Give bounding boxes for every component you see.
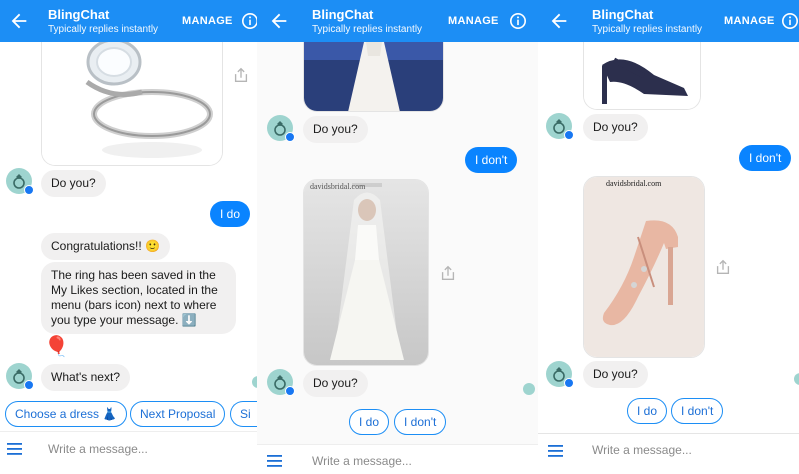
quick-reply-i-do[interactable]: I do xyxy=(627,398,668,424)
back-arrow-icon[interactable] xyxy=(268,10,290,32)
bot-avatar xyxy=(267,115,295,142)
chat-header: BlingChat Typically replies instantly MA… xyxy=(257,0,538,42)
manage-button[interactable]: MANAGE xyxy=(448,15,499,27)
bot-message: Do you? xyxy=(303,370,368,397)
image-watermark: davidsbridal.com xyxy=(606,179,662,188)
image-watermark: davidsbridal.com xyxy=(310,182,366,191)
user-message: I don't xyxy=(739,145,792,171)
chat-panel-2: BlingChat Typically replies instantly MA… xyxy=(257,0,538,474)
ring-image-card[interactable] xyxy=(41,22,223,166)
shoe-image-card[interactable]: davidsbridal.com xyxy=(583,176,705,358)
shoe-image xyxy=(584,177,704,357)
chat-status: Typically replies instantly xyxy=(48,24,159,35)
user-message: I don't xyxy=(465,147,518,173)
back-arrow-icon[interactable] xyxy=(548,10,570,32)
quick-reply-partial[interactable]: Si xyxy=(230,401,257,427)
share-icon[interactable] xyxy=(439,264,457,282)
bot-avatar xyxy=(267,369,295,396)
menu-bars-icon[interactable] xyxy=(7,442,23,456)
seen-indicator xyxy=(794,373,799,385)
quick-reply-choose-dress[interactable]: Choose a dress 👗 xyxy=(5,401,128,427)
bot-message: Do you? xyxy=(583,114,648,141)
chat-status: Typically replies instantly xyxy=(312,24,423,35)
chat-status: Typically replies instantly xyxy=(592,24,703,35)
bot-avatar xyxy=(546,113,574,140)
quick-reply-i-do[interactable]: I do xyxy=(349,409,390,435)
share-icon[interactable] xyxy=(714,258,732,276)
message-input[interactable]: Write a message... xyxy=(312,454,412,468)
bot-avatar xyxy=(6,363,34,390)
chat-panel-3: BlingChat Typically replies instantly MA… xyxy=(538,0,799,474)
messenger-badge-icon xyxy=(24,185,34,195)
bot-message: Congratulations!! 🙂 xyxy=(41,233,170,260)
messenger-badge-icon xyxy=(24,380,34,390)
back-arrow-icon[interactable] xyxy=(8,10,30,32)
messenger-badge-icon xyxy=(564,378,574,388)
ring-image xyxy=(42,22,222,165)
user-message: I do xyxy=(210,201,251,227)
message-composer: Write a message... xyxy=(538,433,799,474)
chat-title: BlingChat xyxy=(312,7,374,22)
info-icon[interactable] xyxy=(241,12,257,30)
balloon-emoji: 🎈 xyxy=(44,336,69,358)
bot-message: Do you? xyxy=(41,170,106,197)
message-composer: Write a message... xyxy=(257,444,538,474)
chat-title: BlingChat xyxy=(592,7,654,22)
menu-bars-icon[interactable] xyxy=(267,454,283,468)
manage-button[interactable]: MANAGE xyxy=(182,15,233,27)
message-composer: Write a message... xyxy=(0,431,257,465)
menu-bars-icon[interactable] xyxy=(548,444,564,458)
manage-button[interactable]: MANAGE xyxy=(724,15,775,27)
seen-indicator xyxy=(523,383,535,395)
bot-message: Do you? xyxy=(583,361,648,388)
dress-image xyxy=(304,180,428,365)
messenger-badge-icon xyxy=(564,130,574,140)
share-icon[interactable] xyxy=(232,66,250,84)
info-icon[interactable] xyxy=(781,12,799,30)
info-icon[interactable] xyxy=(509,12,527,30)
messenger-badge-icon xyxy=(285,386,295,396)
chat-header: BlingChat Typically replies instantly MA… xyxy=(0,0,257,42)
chat-title: BlingChat xyxy=(48,7,110,22)
bot-message: Do you? xyxy=(303,116,368,143)
bot-avatar xyxy=(6,168,34,195)
message-input[interactable]: Write a message... xyxy=(48,442,148,456)
quick-reply-next-proposal[interactable]: Next Proposal xyxy=(130,401,226,427)
messenger-badge-icon xyxy=(285,132,295,142)
message-input[interactable]: Write a message... xyxy=(592,443,692,457)
chat-panel-1: BlingChat Typically replies instantly MA… xyxy=(0,0,257,474)
bot-message: What's next? xyxy=(41,364,130,391)
quick-reply-i-dont[interactable]: I don't xyxy=(394,409,447,435)
quick-reply-i-dont[interactable]: I don't xyxy=(671,398,724,424)
bot-message: The ring has been saved in the My Likes … xyxy=(41,262,236,334)
dress-image-card[interactable]: davidsbridal.com xyxy=(303,179,429,366)
chat-header: BlingChat Typically replies instantly MA… xyxy=(538,0,799,42)
bot-avatar xyxy=(546,361,574,388)
